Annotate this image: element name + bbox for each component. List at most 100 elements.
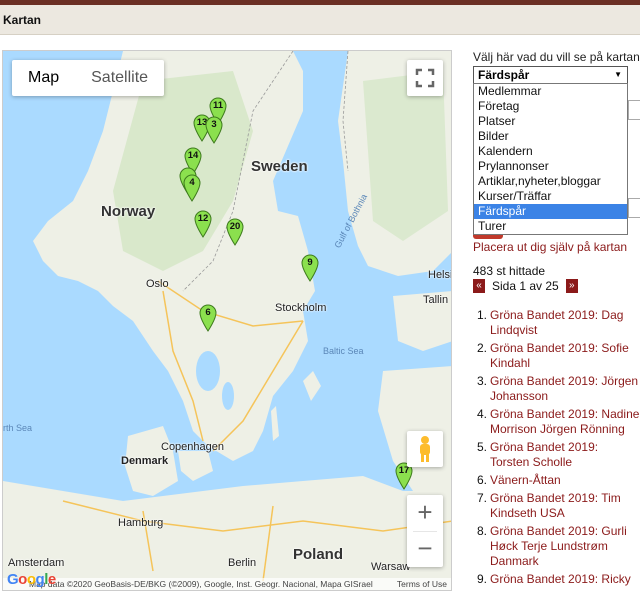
fullscreen-icon	[415, 68, 435, 88]
label-poland: Poland	[293, 546, 344, 563]
page-title: Kartan	[3, 13, 42, 27]
map-marker[interactable]: 20	[226, 218, 244, 246]
track-link[interactable]: Vänern-Åttan	[490, 473, 561, 487]
layer-option[interactable]: Artiklar,nyheter,bloggar	[474, 174, 627, 189]
track-link[interactable]: Gröna Bandet 2019: Dag Lindqvist	[490, 308, 623, 337]
list-item-number: 2.	[476, 341, 487, 355]
track-link[interactable]: Gröna Bandet 2019: Tim Kindseth USA	[490, 491, 621, 520]
results-count: 483 st hittade	[473, 264, 546, 278]
list-item-number: 7.	[476, 491, 487, 505]
track-link[interactable]: Gröna Bandet 2019: Nadine Morrison Jörge…	[490, 407, 639, 436]
layer-option[interactable]: Prylannonser	[474, 159, 627, 174]
zoom-control: + −	[407, 495, 443, 567]
layer-option[interactable]: Bilder	[474, 129, 627, 144]
zoom-out-button[interactable]: −	[407, 531, 443, 567]
layer-option[interactable]: Kurser/Träffar	[474, 189, 627, 204]
hidden-field	[628, 198, 640, 218]
list-item-number: 3.	[476, 374, 487, 388]
track-link[interactable]: Gröna Bandet 2019: Jörgen Johansson	[490, 374, 638, 403]
map-attribution: Map data ©2020 GeoBasis-DE/BKG (©2009), …	[3, 578, 451, 590]
list-item-number: 4.	[476, 407, 487, 421]
marker-label: 14	[187, 150, 199, 161]
label-north-sea: rth Sea	[3, 423, 33, 433]
layer-select[interactable]: Färdspår ▼	[473, 66, 628, 84]
track-link[interactable]: Gröna Bandet 2019: Ricky	[490, 572, 631, 586]
track-link[interactable]: Gröna Bandet 2019: Sofie Kindahl	[490, 341, 629, 370]
list-item: 7. Gröna Bandet 2019: Tim Kindseth USA	[473, 491, 640, 521]
list-item: 1. Gröna Bandet 2019: Dag Lindqvist	[473, 308, 640, 338]
google-logo: Google	[7, 571, 56, 588]
place-yourself-link[interactable]: Placera ut dig själv på kartan	[473, 240, 627, 254]
choose-layer-label: Välj här vad du vill se på kartan:	[473, 50, 640, 64]
list-item: 8. Gröna Bandet 2019: Gurli Høck Terje Lu…	[473, 524, 640, 569]
list-item: 5. Gröna Bandet 2019: Torsten Scholle	[473, 440, 640, 470]
label-helsinki: Helsi	[428, 269, 452, 281]
map-marker[interactable]: 4	[183, 174, 201, 202]
marker-label: 11	[212, 100, 224, 111]
list-item-number: 9.	[476, 572, 487, 586]
label-berlin: Berlin	[228, 557, 257, 569]
terms-of-use-link[interactable]: Terms of Use	[397, 578, 447, 590]
zoom-in-button[interactable]: +	[407, 495, 443, 531]
list-item: 2. Gröna Bandet 2019: Sofie Kindahl	[473, 341, 640, 371]
label-baltic-sea: Baltic Sea	[323, 346, 364, 356]
list-item: 3. Gröna Bandet 2019: Jörgen Johansson	[473, 374, 640, 404]
prev-page-button[interactable]: «	[473, 279, 485, 293]
label-warsaw: Warsaw	[371, 561, 411, 573]
hidden-field	[628, 100, 640, 120]
label-norway: Norway	[101, 203, 156, 220]
label-amsterdam: Amsterdam	[8, 557, 65, 569]
dropdown-arrow-icon: ▼	[614, 70, 622, 79]
layer-option[interactable]: Företag	[474, 99, 627, 114]
marker-label: 12	[197, 213, 209, 224]
page-indicator: Sida 1 av 25	[492, 279, 559, 293]
marker-label: 9	[307, 257, 313, 268]
label-sweden: Sweden	[251, 158, 308, 175]
layer-dropdown-list: Medlemmar Företag Platser Bilder Kalende…	[473, 83, 628, 235]
map-base-layer	[3, 51, 451, 590]
map-marker[interactable]: 6	[199, 304, 217, 332]
list-item-number: 5.	[476, 440, 487, 454]
label-hamburg: Hamburg	[118, 517, 164, 529]
layer-select-value: Färdspår	[478, 68, 530, 82]
label-copenhagen: Copenhagen	[161, 441, 225, 453]
marker-label: 3	[211, 119, 217, 130]
track-link[interactable]: Gröna Bandet 2019: Gurli Høck Terje Lund…	[490, 524, 627, 568]
next-page-button[interactable]: »	[565, 279, 578, 293]
label-denmark: Denmark	[121, 455, 169, 467]
track-link[interactable]: Gröna Bandet 2019: Torsten Scholle	[490, 440, 598, 469]
marker-label: 20	[229, 221, 241, 232]
attribution-text: Map data ©2020 GeoBasis-DE/BKG (©2009), …	[29, 579, 373, 589]
page-header: Kartan	[0, 5, 640, 35]
pegman-icon	[420, 436, 430, 462]
label-oslo: Oslo	[146, 278, 169, 290]
marker-label: 6	[205, 307, 211, 318]
marker-label: 4	[189, 177, 195, 188]
fullscreen-button[interactable]	[407, 60, 443, 96]
side-panel: Välj här vad du vill se på kartan: Färds…	[473, 50, 640, 591]
label-stockholm: Stockholm	[275, 302, 327, 314]
list-item: 4. Gröna Bandet 2019: Nadine Morrison Jör…	[473, 407, 640, 437]
map-marker[interactable]: 12	[194, 210, 212, 238]
zoom-divider	[413, 531, 437, 532]
results-list: 1. Gröna Bandet 2019: Dag Lindqvist 2. Grö…	[473, 308, 640, 590]
list-item: 9. Gröna Bandet 2019: Ricky	[473, 572, 640, 587]
pagination: « Sida 1 av 25 »	[473, 278, 578, 294]
label-tallinn: Tallin	[423, 294, 449, 306]
map-type-map-button[interactable]: Map	[12, 60, 75, 96]
list-item-number: 6.	[476, 473, 487, 487]
layer-option[interactable]: Medlemmar	[474, 84, 627, 99]
layer-option[interactable]: Turer	[474, 219, 627, 234]
street-view-button[interactable]	[407, 431, 443, 467]
list-item-number: 8.	[476, 524, 487, 538]
map-marker[interactable]: 3	[205, 116, 223, 144]
layer-option-selected[interactable]: Färdspår	[474, 204, 627, 219]
map-view[interactable]: Norway Sweden Poland Oslo Stockholm Hels…	[2, 50, 452, 591]
list-item: 6. Vänern-Åttan	[473, 473, 640, 488]
map-type-satellite-button[interactable]: Satellite	[75, 60, 164, 96]
layer-option[interactable]: Kalendern	[474, 144, 627, 159]
map-type-control: Map Satellite	[12, 60, 165, 96]
list-item-number: 1.	[476, 308, 487, 322]
map-marker[interactable]: 9	[301, 254, 319, 282]
layer-option[interactable]: Platser	[474, 114, 627, 129]
